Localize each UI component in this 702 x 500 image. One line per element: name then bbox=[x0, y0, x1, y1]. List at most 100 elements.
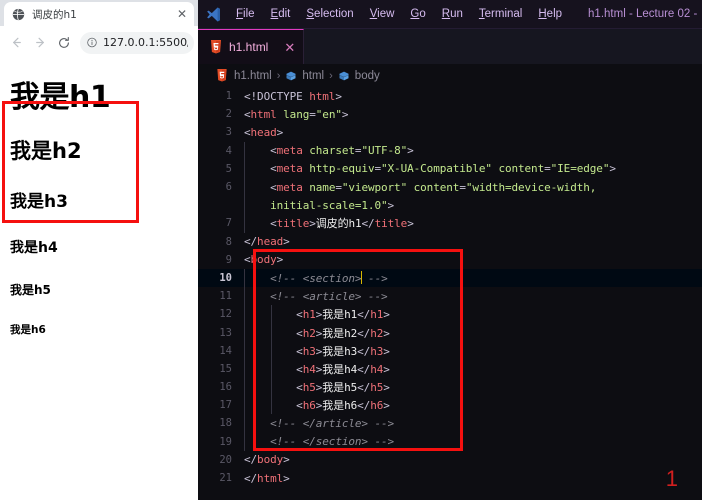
line-number: 2 bbox=[225, 108, 232, 121]
indent-guide bbox=[244, 287, 245, 306]
code-text: <meta charset="UTF-8"> bbox=[244, 144, 414, 158]
line-number: 15 bbox=[219, 362, 232, 375]
rendered-h1: 我是h1 bbox=[10, 80, 111, 115]
html5-icon bbox=[211, 40, 221, 54]
code-line[interactable]: initial-scale=1.0"> bbox=[198, 196, 702, 215]
code-text: <h5>我是h5</h5> bbox=[244, 381, 390, 395]
close-icon[interactable]: ✕ bbox=[284, 41, 295, 54]
breadcrumb-node-html[interactable]: html bbox=[302, 70, 324, 82]
rendered-h5: 我是h5 bbox=[10, 283, 51, 297]
code-line[interactable]: 21 </html> bbox=[198, 469, 702, 487]
line-number: 8 bbox=[225, 235, 232, 248]
cube-icon bbox=[286, 71, 296, 80]
code-text: <body> bbox=[244, 253, 284, 267]
code-line[interactable]: 19 <!-- </section> --> bbox=[198, 432, 702, 451]
editor-tab-bar: h1.html ✕ bbox=[198, 29, 702, 64]
code-text: <head> bbox=[244, 125, 284, 139]
menu-item-terminal[interactable]: Terminal bbox=[471, 5, 530, 23]
code-line[interactable]: 6 <meta name="viewport" content="width=d… bbox=[198, 177, 702, 197]
code-line[interactable]: 14 <h3>我是h3</h3> bbox=[198, 341, 702, 360]
vscode-logo-icon bbox=[198, 6, 228, 23]
indent-guide bbox=[244, 359, 245, 378]
indent-guide bbox=[270, 323, 272, 342]
editor-tab-h1-html[interactable]: h1.html ✕ bbox=[198, 29, 305, 64]
code-line[interactable]: 20 </body> bbox=[198, 451, 702, 469]
info-circle-icon bbox=[87, 37, 97, 48]
indent-guide bbox=[244, 305, 245, 324]
code-line[interactable]: 15 <h4>我是h4</h4> bbox=[198, 359, 702, 378]
code-text: <h1>我是h1</h1> bbox=[244, 308, 390, 322]
code-line[interactable]: 8 </head> bbox=[198, 233, 702, 251]
line-number: 12 bbox=[219, 308, 232, 321]
code-text: </html> bbox=[244, 471, 290, 485]
html5-icon bbox=[217, 69, 227, 82]
code-text: <!-- <article> --> bbox=[244, 289, 388, 303]
menu-item-help[interactable]: Help bbox=[530, 5, 570, 23]
breadcrumb: h1.html › html › body bbox=[198, 64, 702, 87]
indent-guide bbox=[244, 341, 245, 360]
indent-guide bbox=[244, 378, 245, 397]
code-text: <meta http-equiv="X-UA-Compatible" conte… bbox=[244, 162, 616, 176]
vscode-window: File Edit Selection View Go Run Terminal Help h… bbox=[198, 0, 702, 500]
reload-icon[interactable] bbox=[52, 31, 76, 55]
code-text: <h6>我是h6</h6> bbox=[244, 399, 390, 413]
back-arrow-icon[interactable] bbox=[4, 31, 28, 55]
line-number: 1 bbox=[225, 90, 232, 103]
menu-item-run[interactable]: Run bbox=[434, 5, 471, 23]
line-number: 14 bbox=[219, 344, 232, 357]
code-editor[interactable]: 1 <!DOCTYPE html> 2 <html lang="en"> 3 <head>… bbox=[198, 87, 702, 500]
code-line[interactable]: 17 <h6>我是h6</h6> bbox=[198, 396, 702, 415]
code-text: <h3>我是h3</h3> bbox=[244, 344, 390, 358]
editor-tab-label: h1.html bbox=[229, 40, 269, 54]
code-line[interactable]: 16 <h5>我是h5</h5> bbox=[198, 378, 702, 397]
code-text: initial-scale=1.0"> bbox=[244, 198, 395, 212]
menu-bar: File Edit Selection View Go Run Terminal Help bbox=[228, 5, 570, 23]
code-line[interactable]: 11 <!-- <article> --> bbox=[198, 287, 702, 306]
code-line[interactable]: 9 <body> bbox=[198, 251, 702, 269]
indent-guide bbox=[270, 359, 272, 378]
line-number: 9 bbox=[225, 253, 232, 266]
indent-guide bbox=[244, 159, 245, 178]
rendered-page: 我是h1 我是h2 我是h3 我是h4 我是h5 我是h6 bbox=[0, 83, 198, 500]
rendered-h3: 我是h3 bbox=[10, 192, 68, 212]
forward-arrow-icon[interactable] bbox=[28, 31, 52, 55]
code-line[interactable]: 7 <title>调皮的h1</title> bbox=[198, 214, 702, 233]
browser-tab[interactable]: 调皮的h1 ✕ bbox=[4, 2, 194, 26]
close-icon[interactable]: ✕ bbox=[176, 8, 188, 20]
menu-item-file[interactable]: File bbox=[228, 5, 263, 23]
menu-item-view[interactable]: View bbox=[362, 5, 403, 23]
code-line[interactable]: 12 <h1>我是h1</h1> bbox=[198, 305, 702, 324]
line-number: 21 bbox=[219, 472, 232, 485]
menu-item-go[interactable]: Go bbox=[402, 5, 433, 23]
code-line[interactable]: 10 <!-- <section> --> bbox=[198, 268, 702, 288]
line-number: 19 bbox=[219, 435, 232, 448]
code-line[interactable]: 2 <html lang="en"> bbox=[198, 105, 702, 123]
indent-guide bbox=[244, 177, 245, 197]
address-bar[interactable]: 127.0.0.1:5500/h bbox=[80, 31, 194, 54]
code-lines: 1 <!DOCTYPE html> 2 <html lang="en"> 3 <head>… bbox=[198, 87, 702, 487]
code-line[interactable]: 13 <h2>我是h2</h2> bbox=[198, 323, 702, 342]
indent-guide bbox=[270, 305, 272, 324]
line-number: 16 bbox=[219, 381, 232, 394]
line-number: 4 bbox=[225, 144, 232, 157]
breadcrumb-file[interactable]: h1.html bbox=[234, 70, 272, 82]
breadcrumb-separator: › bbox=[276, 69, 281, 82]
code-line[interactable]: 18 <!-- </article> --> bbox=[198, 414, 702, 433]
code-line[interactable]: 4 <meta charset="UTF-8"> bbox=[198, 141, 702, 160]
code-text: <h2>我是h2</h2> bbox=[244, 326, 390, 340]
line-number: 20 bbox=[219, 453, 232, 466]
code-line[interactable]: 1 <!DOCTYPE html> bbox=[198, 87, 702, 105]
indent-guide bbox=[244, 268, 245, 288]
annotation-number: 1 bbox=[665, 466, 678, 491]
line-number: 10 bbox=[219, 271, 232, 284]
breadcrumb-node-body[interactable]: body bbox=[355, 70, 380, 82]
code-line[interactable]: 3 <head> bbox=[198, 123, 702, 141]
tab-bar-filler bbox=[304, 29, 702, 64]
menu-item-selection[interactable]: Selection bbox=[298, 5, 361, 23]
code-text: <meta name="viewport" content="width=dev… bbox=[244, 180, 597, 194]
globe-icon bbox=[12, 8, 25, 20]
menu-item-edit[interactable]: Edit bbox=[263, 5, 299, 23]
indent-guide bbox=[244, 196, 245, 215]
code-line[interactable]: 5 <meta http-equiv="X-UA-Compatible" con… bbox=[198, 159, 702, 178]
code-text: </body> bbox=[244, 453, 290, 467]
